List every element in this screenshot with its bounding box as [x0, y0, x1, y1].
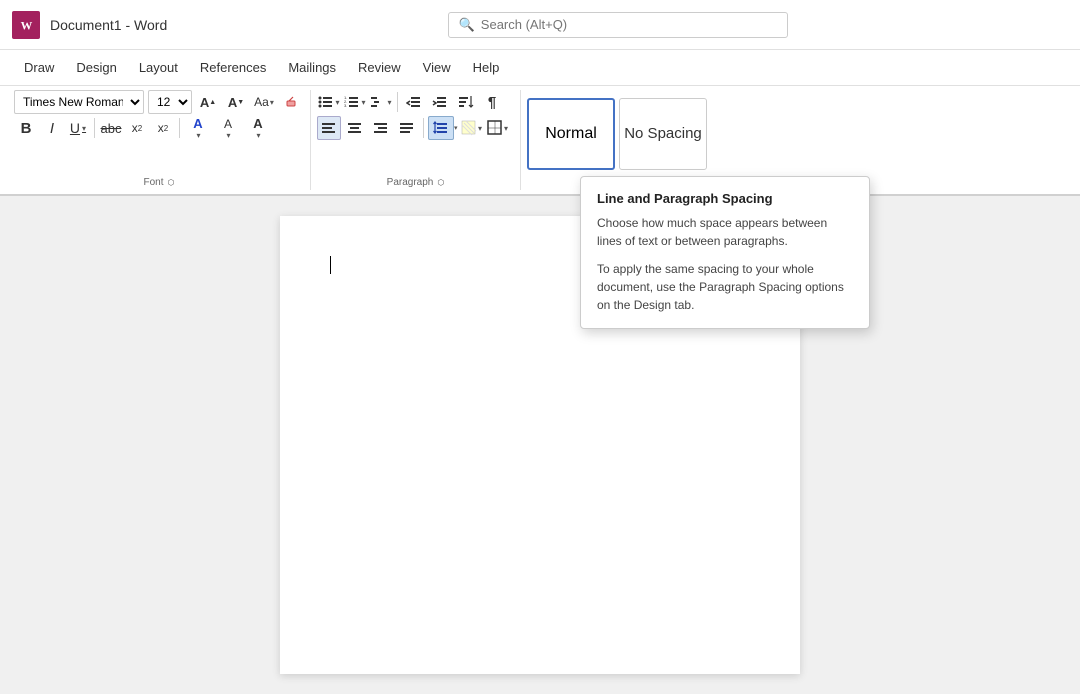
- menu-bar: Draw Design Layout References Mailings R…: [0, 50, 1080, 86]
- numbered-list-button[interactable]: 1.2.3. ▾: [343, 90, 367, 114]
- sort-button[interactable]: [454, 90, 478, 114]
- font-expand-icon[interactable]: ⬡: [168, 178, 175, 187]
- paragraph-group-label: Paragraph ⬡: [317, 177, 514, 190]
- justify-button[interactable]: [395, 116, 419, 140]
- tooltip-line2: To apply the same spacing to your whole …: [597, 260, 853, 314]
- font-color-button[interactable]: A ▾: [184, 116, 212, 140]
- font-color-red-button[interactable]: A ▾: [244, 116, 272, 140]
- app-icon: W: [12, 11, 40, 39]
- tooltip-title: Line and Paragraph Spacing: [597, 191, 853, 206]
- italic-button[interactable]: I: [40, 116, 64, 140]
- text-cursor: [330, 256, 331, 274]
- font-group-content: Times New Roman 12 A▲ A▼ Aa▾ B I U▾ abc: [14, 90, 304, 177]
- menu-help[interactable]: Help: [463, 56, 510, 79]
- font-name-select[interactable]: Times New Roman: [14, 90, 144, 114]
- ribbon: Times New Roman 12 A▲ A▼ Aa▾ B I U▾ abc: [0, 86, 1080, 196]
- paragraph-group-content: ▾ 1.2.3. ▾ ▾: [317, 90, 514, 177]
- show-hide-button[interactable]: ¶: [480, 90, 504, 114]
- separator2: [179, 118, 180, 138]
- style-normal-button[interactable]: Normal: [527, 98, 615, 170]
- menu-references[interactable]: References: [190, 56, 276, 79]
- separator1: [94, 118, 95, 138]
- subscript-button[interactable]: x2: [125, 116, 149, 140]
- para-row1: ▾ 1.2.3. ▾ ▾: [317, 90, 514, 114]
- search-input[interactable]: [481, 17, 777, 32]
- menu-review[interactable]: Review: [348, 56, 411, 79]
- highlight-button[interactable]: A ▾: [214, 116, 242, 140]
- bold-button[interactable]: B: [14, 116, 38, 140]
- line-spacing-button[interactable]: [428, 116, 454, 140]
- style-nospacing-label: No Spacing: [624, 125, 702, 142]
- align-center-button[interactable]: [343, 116, 367, 140]
- document-title: Document1 - Word: [50, 17, 167, 33]
- menu-draw[interactable]: Draw: [14, 56, 64, 79]
- font-size-select[interactable]: 12: [148, 90, 192, 114]
- grow-font-button[interactable]: A▲: [196, 90, 220, 114]
- para-row2: ▾ ▾ ▾: [317, 116, 514, 140]
- para-sep1: [397, 92, 398, 112]
- menu-layout[interactable]: Layout: [129, 56, 188, 79]
- document-area: [0, 196, 1080, 694]
- svg-text:W: W: [21, 19, 33, 32]
- styles-group: Normal No Spacing Styles: [521, 90, 1072, 190]
- title-bar: W Document1 - Word 🔍: [0, 0, 1080, 50]
- paragraph-expand-icon[interactable]: ⬡: [437, 178, 444, 187]
- font-row1: Times New Roman 12 A▲ A▼ Aa▾: [14, 90, 304, 114]
- clear-format-button[interactable]: [280, 90, 304, 114]
- font-group: Times New Roman 12 A▲ A▼ Aa▾ B I U▾ abc: [8, 90, 311, 190]
- menu-mailings[interactable]: Mailings: [278, 56, 346, 79]
- borders-button[interactable]: ▾: [486, 116, 510, 140]
- menu-design[interactable]: Design: [66, 56, 126, 79]
- shading-button[interactable]: ▾: [460, 116, 484, 140]
- styles-content: Normal No Spacing: [527, 90, 1066, 177]
- search-icon: 🔍: [459, 17, 475, 33]
- font-group-label: Font ⬡: [14, 177, 304, 190]
- tooltip-line1: Choose how much space appears between li…: [597, 214, 853, 250]
- strikethrough-button[interactable]: abc: [99, 116, 123, 140]
- menu-view[interactable]: View: [413, 56, 461, 79]
- underline-button[interactable]: U▾: [66, 116, 90, 140]
- decrease-indent-button[interactable]: [402, 90, 426, 114]
- shrink-font-button[interactable]: A▼: [224, 90, 248, 114]
- font-row2: B I U▾ abc x2 x2 A ▾ A ▾: [14, 116, 304, 140]
- paragraph-group: ▾ 1.2.3. ▾ ▾: [311, 90, 521, 190]
- superscript-button[interactable]: x2: [151, 116, 175, 140]
- tooltip-body: Choose how much space appears between li…: [597, 214, 853, 314]
- para-sep2: [423, 118, 424, 138]
- tooltip: Line and Paragraph Spacing Choose how mu…: [580, 176, 870, 329]
- align-left-button[interactable]: [317, 116, 341, 140]
- change-case-button[interactable]: Aa▾: [252, 90, 276, 114]
- style-normal-label: Normal: [545, 125, 597, 143]
- style-nospacing-button[interactable]: No Spacing: [619, 98, 707, 170]
- increase-indent-button[interactable]: [428, 90, 452, 114]
- multilevel-list-button[interactable]: ▾: [369, 90, 393, 114]
- bullet-list-button[interactable]: ▾: [317, 90, 341, 114]
- svg-text:3.: 3.: [344, 103, 347, 108]
- align-right-button[interactable]: [369, 116, 393, 140]
- search-bar[interactable]: 🔍: [448, 12, 788, 38]
